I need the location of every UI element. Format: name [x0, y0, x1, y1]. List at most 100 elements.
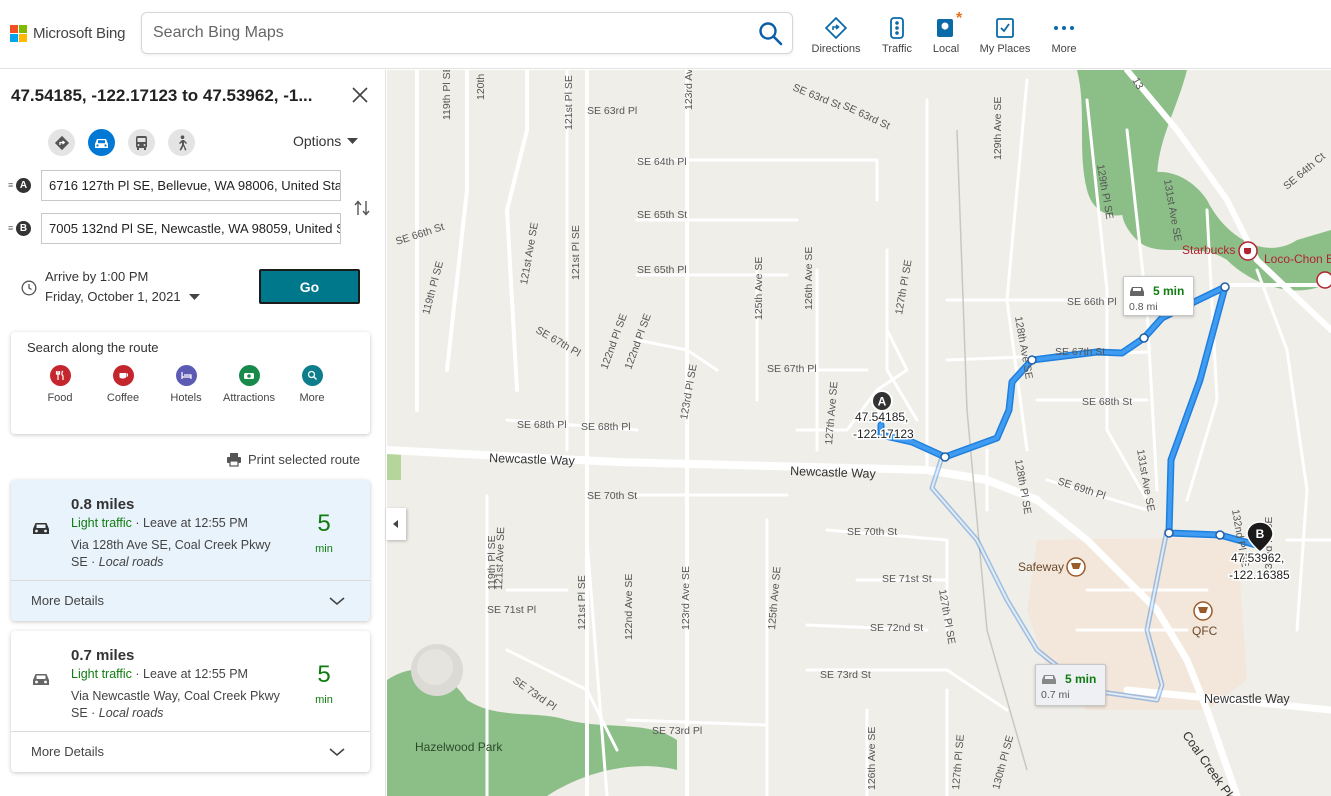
street-label: 129th Ave SE [992, 97, 1004, 160]
nav-traffic[interactable]: Traffic [877, 16, 917, 55]
route-distance: 0.7 miles [71, 647, 135, 664]
route1-distance: 0.8 mi [1129, 301, 1158, 313]
street-label: SE 65th Pl [637, 264, 687, 276]
category-attractions[interactable]: Attractions [222, 365, 276, 404]
route-via: Via 128th Ave SE, Coal Creek Pkwy SE · L… [71, 538, 271, 569]
more-details-row[interactable]: More Details [11, 731, 370, 772]
map-canvas[interactable]: SE 63rd St SE 63rd St SE 63rd Pl SE 64th… [387, 70, 1331, 796]
directions-panel: 47.54185, -122.17123 to 47.53962, -1... … [0, 70, 386, 796]
car-icon [95, 138, 108, 148]
search-input[interactable] [142, 13, 742, 53]
nav-more[interactable]: More [1048, 16, 1080, 55]
traffic-icon [890, 17, 904, 39]
search-along-route-card: Search along the route Food Coffee Hotel… [11, 332, 370, 434]
street-label: 123rd Pl SE [678, 363, 700, 420]
attractions-icon [238, 365, 260, 386]
arrive-date-dropdown[interactable]: Friday, October 1, 2021 [45, 289, 201, 304]
street-label: SE 70th St [847, 526, 897, 538]
hill-feature [417, 649, 453, 685]
street-label: 123rd Ave SE [683, 70, 695, 110]
street-label: SE 73rd Pl [652, 725, 702, 737]
street-label: SE 72nd St [870, 622, 923, 634]
chevron-down-icon[interactable] [329, 744, 345, 762]
end-marker-letter: B [1256, 527, 1265, 541]
waypoint-b-input[interactable] [41, 213, 341, 244]
best-mode-icon [54, 135, 69, 150]
transit-icon [136, 135, 147, 150]
start-marker-letter: A [878, 395, 887, 409]
street-label: SE 65th St [637, 209, 687, 221]
street-label: SE 68th Pl [581, 421, 631, 433]
drag-handle-icon[interactable]: ≡ [8, 181, 14, 190]
more-details-row[interactable]: More Details [11, 580, 370, 621]
category-more[interactable]: More [285, 365, 339, 404]
street-label: SE 63rd St [791, 82, 843, 112]
street-label: 127th Pl SE [950, 734, 967, 790]
bing-logo[interactable]: Microsoft Bing [10, 25, 125, 42]
chevron-down-icon[interactable] [329, 593, 345, 611]
food-icon [1316, 271, 1331, 289]
route-option-1[interactable]: 0.8 miles Light traffic · Leave at 12:55… [11, 480, 370, 621]
chevron-left-icon [393, 520, 398, 528]
food-icon [49, 365, 71, 386]
street-label: SE 68th St [1082, 396, 1132, 408]
car-icon [31, 520, 51, 541]
mode-best-button[interactable] [48, 129, 75, 156]
close-icon[interactable] [350, 85, 370, 105]
route-traffic-status: Light traffic [71, 667, 132, 681]
street-label: SE 73rd St [820, 669, 871, 681]
print-route-label: Print selected route [248, 452, 361, 467]
nav-directions[interactable]: Directions [810, 16, 862, 55]
street-label: 127th Ave SE [823, 381, 840, 445]
category-more-label: More [299, 392, 325, 404]
street-label: 122nd Ave SE [623, 574, 635, 640]
route2-time: 5 min [1065, 672, 1097, 686]
poi-starbucks[interactable]: Starbucks [1182, 241, 1258, 261]
mode-transit-button[interactable] [128, 129, 155, 156]
waypoint-a-row: ≡ A [8, 170, 341, 201]
directions-icon [825, 17, 847, 39]
category-food[interactable]: Food [33, 365, 87, 404]
printer-icon [227, 453, 241, 467]
street-label: 127th Pl SE [893, 259, 914, 316]
route-leave-time: · Leave at 12:55 PM [135, 516, 248, 530]
waypoint-a-input[interactable] [41, 170, 341, 201]
options-label: Options [293, 133, 342, 149]
category-food-label: Food [47, 392, 73, 404]
drag-handle-icon[interactable]: ≡ [8, 224, 14, 233]
arrive-date-label: Friday, October 1, 2021 [45, 289, 181, 304]
street-label: 128th Pl SE [1012, 458, 1033, 515]
mode-walk-button[interactable] [168, 129, 195, 156]
route1-time-box[interactable]: 5 min 0.8 mi [1123, 276, 1194, 316]
street-label: SE 66th St [394, 221, 446, 248]
poi-label: Safeway [1018, 560, 1064, 574]
walk-icon [178, 134, 187, 150]
options-dropdown[interactable]: Options [293, 133, 359, 149]
mode-drive-button[interactable] [88, 129, 115, 156]
search-icon[interactable] [758, 21, 784, 47]
start-coords-line2: -122.17123 [853, 427, 914, 441]
arrive-by-label[interactable]: Arrive by 1:00 PM [45, 269, 148, 284]
hotel-icon [175, 365, 197, 386]
swap-waypoints-icon[interactable] [353, 199, 371, 217]
search-icon [301, 365, 323, 386]
nav-my-places[interactable]: My Places [978, 16, 1032, 55]
map-layer[interactable]: SE 63rd St SE 63rd St SE 63rd Pl SE 64th… [387, 70, 1331, 796]
street-label: SE 69th Pl [1056, 475, 1107, 502]
caret-down-icon [347, 137, 359, 144]
category-hotels[interactable]: Hotels [159, 365, 213, 404]
route2-time-box[interactable]: 5 min 0.7 mi [1035, 664, 1106, 706]
route-option-2[interactable]: 0.7 miles Light traffic · Leave at 12:55… [11, 631, 370, 772]
poi-label: Loco-Chon B [1264, 252, 1331, 266]
nav-local[interactable]: * Local [929, 10, 963, 55]
print-route-button[interactable]: Print selected route [226, 452, 360, 467]
street-label: 130th Pl SE [990, 734, 1016, 791]
primary-route[interactable] [877, 283, 1264, 550]
go-button[interactable]: Go [259, 269, 360, 304]
collapse-panel-button[interactable] [386, 508, 406, 540]
category-coffee[interactable]: Coffee [96, 365, 150, 404]
street-label: 119th Pl SE [420, 260, 446, 316]
route-minutes-label: min [315, 694, 333, 706]
poi-safeway[interactable]: Safeway [1018, 557, 1086, 577]
category-attractions-label: Attractions [223, 392, 275, 404]
